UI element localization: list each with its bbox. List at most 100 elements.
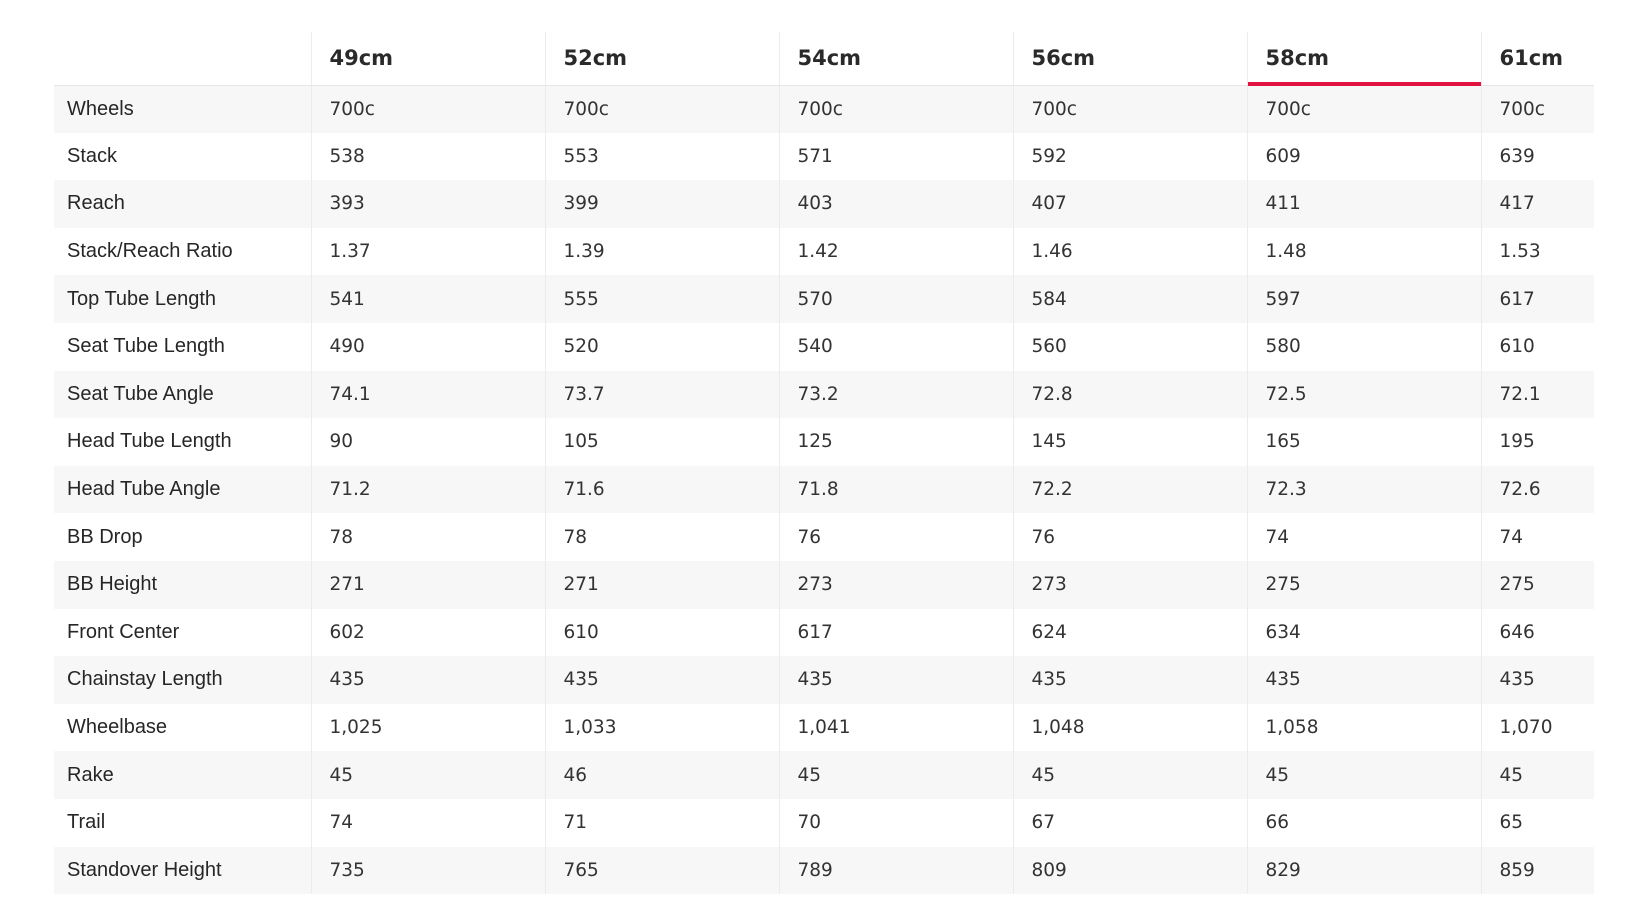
- size-tab-54cm[interactable]: 54cm: [778, 32, 1013, 86]
- table-cell: 735: [310, 846, 545, 895]
- row-label: Head Tube Angle: [54, 465, 311, 514]
- table-cell: 553: [544, 132, 779, 181]
- table-cell: 273: [1012, 560, 1247, 609]
- table-cell: 90: [310, 418, 545, 466]
- size-tab-52cm[interactable]: 52cm: [544, 32, 779, 86]
- size-tab-61cm[interactable]: 61cm: [1480, 32, 1594, 86]
- table-cell: 580: [1246, 322, 1481, 371]
- table-cell: 555: [544, 275, 779, 323]
- row-label: Stack: [54, 132, 311, 181]
- row-label: Top Tube Length: [54, 275, 311, 323]
- table-cell: 72.6: [1480, 465, 1594, 514]
- table-cell: 72.1: [1480, 370, 1594, 419]
- table-row: Standover Height 735 765 789 809 829 859: [54, 846, 1594, 895]
- row-label: Rake: [54, 751, 311, 799]
- size-tab-49cm[interactable]: 49cm: [310, 32, 545, 86]
- table-cell: 809: [1012, 846, 1247, 895]
- table-cell: 541: [310, 275, 545, 323]
- table-cell: 273: [778, 560, 1013, 609]
- table-row: Trail 74 71 70 67 66 65: [54, 798, 1594, 847]
- table-cell: 609: [1246, 132, 1481, 181]
- row-label: Trail: [54, 798, 311, 847]
- table-row: Head Tube Length 90 105 125 145 165 195: [54, 418, 1594, 466]
- table-cell: 45: [778, 751, 1013, 799]
- row-label: Chainstay Length: [54, 656, 311, 704]
- table-cell: 610: [544, 608, 779, 657]
- table-cell: 45: [310, 751, 545, 799]
- table-cell: 1,041: [778, 703, 1013, 752]
- size-tab-58cm[interactable]: 58cm: [1246, 32, 1481, 86]
- table-cell: 145: [1012, 418, 1247, 466]
- table-cell: 72.2: [1012, 465, 1247, 514]
- table-cell: 65: [1480, 798, 1594, 847]
- table-cell: 76: [778, 513, 1013, 561]
- table-cell: 74: [1246, 513, 1481, 561]
- table-cell: 1.46: [1012, 227, 1247, 276]
- table-row: Top Tube Length 541 555 570 584 597 617: [54, 275, 1594, 323]
- row-label: Seat Tube Angle: [54, 370, 311, 419]
- size-header-row: 49cm 52cm 54cm 56cm 58cm 61cm: [54, 32, 1594, 86]
- table-cell: 72.3: [1246, 465, 1481, 514]
- table-cell: 435: [778, 656, 1013, 704]
- table-cell: 829: [1246, 846, 1481, 895]
- table-cell: 1,048: [1012, 703, 1247, 752]
- table-cell: 417: [1480, 180, 1594, 228]
- table-cell: 617: [1480, 275, 1594, 323]
- table-cell: 45: [1012, 751, 1247, 799]
- table-cell: 624: [1012, 608, 1247, 657]
- table-cell: 1.48: [1246, 227, 1481, 276]
- table-cell: 74: [1480, 513, 1594, 561]
- table-cell: 584: [1012, 275, 1247, 323]
- table-cell: 125: [778, 418, 1013, 466]
- table-cell: 74.1: [310, 370, 545, 419]
- table-cell: 275: [1480, 560, 1594, 609]
- table-cell: 700c: [1480, 85, 1594, 133]
- table-cell: 597: [1246, 275, 1481, 323]
- table-cell: 1.37: [310, 227, 545, 276]
- table-cell: 74: [310, 798, 545, 847]
- row-label: Seat Tube Length: [54, 322, 311, 371]
- table-cell: 271: [544, 560, 779, 609]
- table-cell: 73.2: [778, 370, 1013, 419]
- table-cell: 45: [1480, 751, 1594, 799]
- table-row: Wheelbase 1,025 1,033 1,041 1,048 1,058 1,070: [54, 703, 1594, 752]
- table-row: Front Center 602 610 617 624 634 646: [54, 608, 1594, 657]
- table-cell: 610: [1480, 322, 1594, 371]
- row-label: Wheelbase: [54, 703, 311, 752]
- table-cell: 46: [544, 751, 779, 799]
- table-row: BB Height 271 271 273 273 275 275: [54, 560, 1594, 609]
- table-cell: 393: [310, 180, 545, 228]
- table-cell: 520: [544, 322, 779, 371]
- table-cell: 700c: [544, 85, 779, 133]
- table-cell: 399: [544, 180, 779, 228]
- table-cell: 78: [310, 513, 545, 561]
- table-cell: 403: [778, 180, 1013, 228]
- table-cell: 72.5: [1246, 370, 1481, 419]
- table-cell: 1.39: [544, 227, 779, 276]
- table-cell: 617: [778, 608, 1013, 657]
- table-cell: 407: [1012, 180, 1247, 228]
- table-cell: 275: [1246, 560, 1481, 609]
- table-cell: 1,070: [1480, 703, 1594, 752]
- table-cell: 195: [1480, 418, 1594, 466]
- table-row: Reach 393 399 403 407 411 417: [54, 180, 1594, 228]
- table-cell: 592: [1012, 132, 1247, 181]
- table-cell: 435: [1480, 656, 1594, 704]
- table-row: Stack/Reach Ratio 1.37 1.39 1.42 1.46 1.48 1.5…: [54, 227, 1594, 276]
- table-row: Stack 538 553 571 592 609 639: [54, 132, 1594, 181]
- table-cell: 71.6: [544, 465, 779, 514]
- table-cell: 639: [1480, 132, 1594, 181]
- table-cell: 538: [310, 132, 545, 181]
- table-cell: 1.53: [1480, 227, 1594, 276]
- table-cell: 165: [1246, 418, 1481, 466]
- table-cell: 435: [1012, 656, 1247, 704]
- table-cell: 1.42: [778, 227, 1013, 276]
- row-label: Standover Height: [54, 846, 311, 895]
- table-cell: 71: [544, 798, 779, 847]
- table-row: Head Tube Angle 71.2 71.6 71.8 72.2 72.3 72.6: [54, 465, 1594, 514]
- size-tab-56cm[interactable]: 56cm: [1012, 32, 1247, 86]
- row-label: Stack/Reach Ratio: [54, 227, 311, 276]
- table-cell: 78: [544, 513, 779, 561]
- table-cell: 490: [310, 322, 545, 371]
- table-cell: 700c: [778, 85, 1013, 133]
